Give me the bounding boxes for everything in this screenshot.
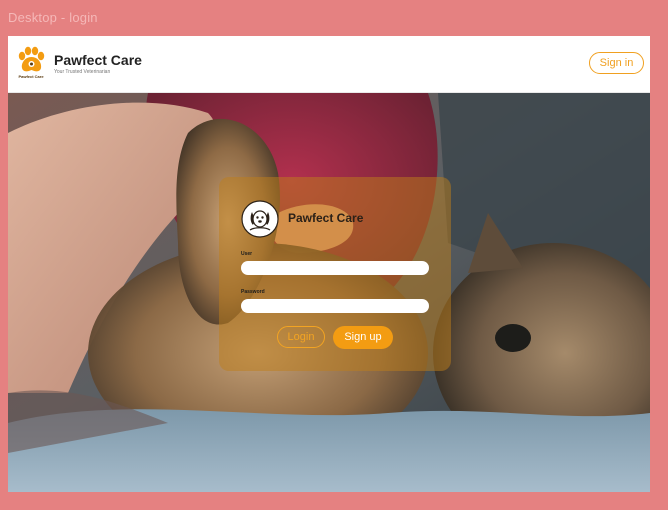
hero-background-photo: Pawfect Care User Password Login Sign up: [8, 93, 650, 492]
paw-icon: Pawfect Care: [18, 46, 44, 79]
brand-title: Pawfect Care: [54, 52, 142, 68]
sign-up-button[interactable]: Sign up: [333, 326, 393, 349]
login-card: Pawfect Care User Password Login Sign up: [219, 177, 451, 371]
card-title: Pawfect Care: [288, 211, 364, 225]
dog-icon: [241, 200, 279, 238]
password-field-label: Password: [241, 289, 265, 295]
desktop-login-frame: Pawfect Care Pawfect Care Your Trusted V…: [8, 36, 650, 492]
login-button[interactable]: Login: [277, 326, 325, 348]
user-field-label: User: [241, 251, 253, 257]
brand-tagline: Your Trusted Veterinarian: [54, 69, 111, 75]
sign-in-button[interactable]: Sign in: [589, 52, 644, 74]
user-input[interactable]: [241, 261, 429, 275]
frame-label: Desktop - login: [8, 10, 98, 25]
logo-wordmark: Pawfect Care: [18, 74, 44, 79]
password-input[interactable]: [241, 299, 429, 313]
header: Pawfect Care Pawfect Care Your Trusted V…: [8, 36, 650, 93]
